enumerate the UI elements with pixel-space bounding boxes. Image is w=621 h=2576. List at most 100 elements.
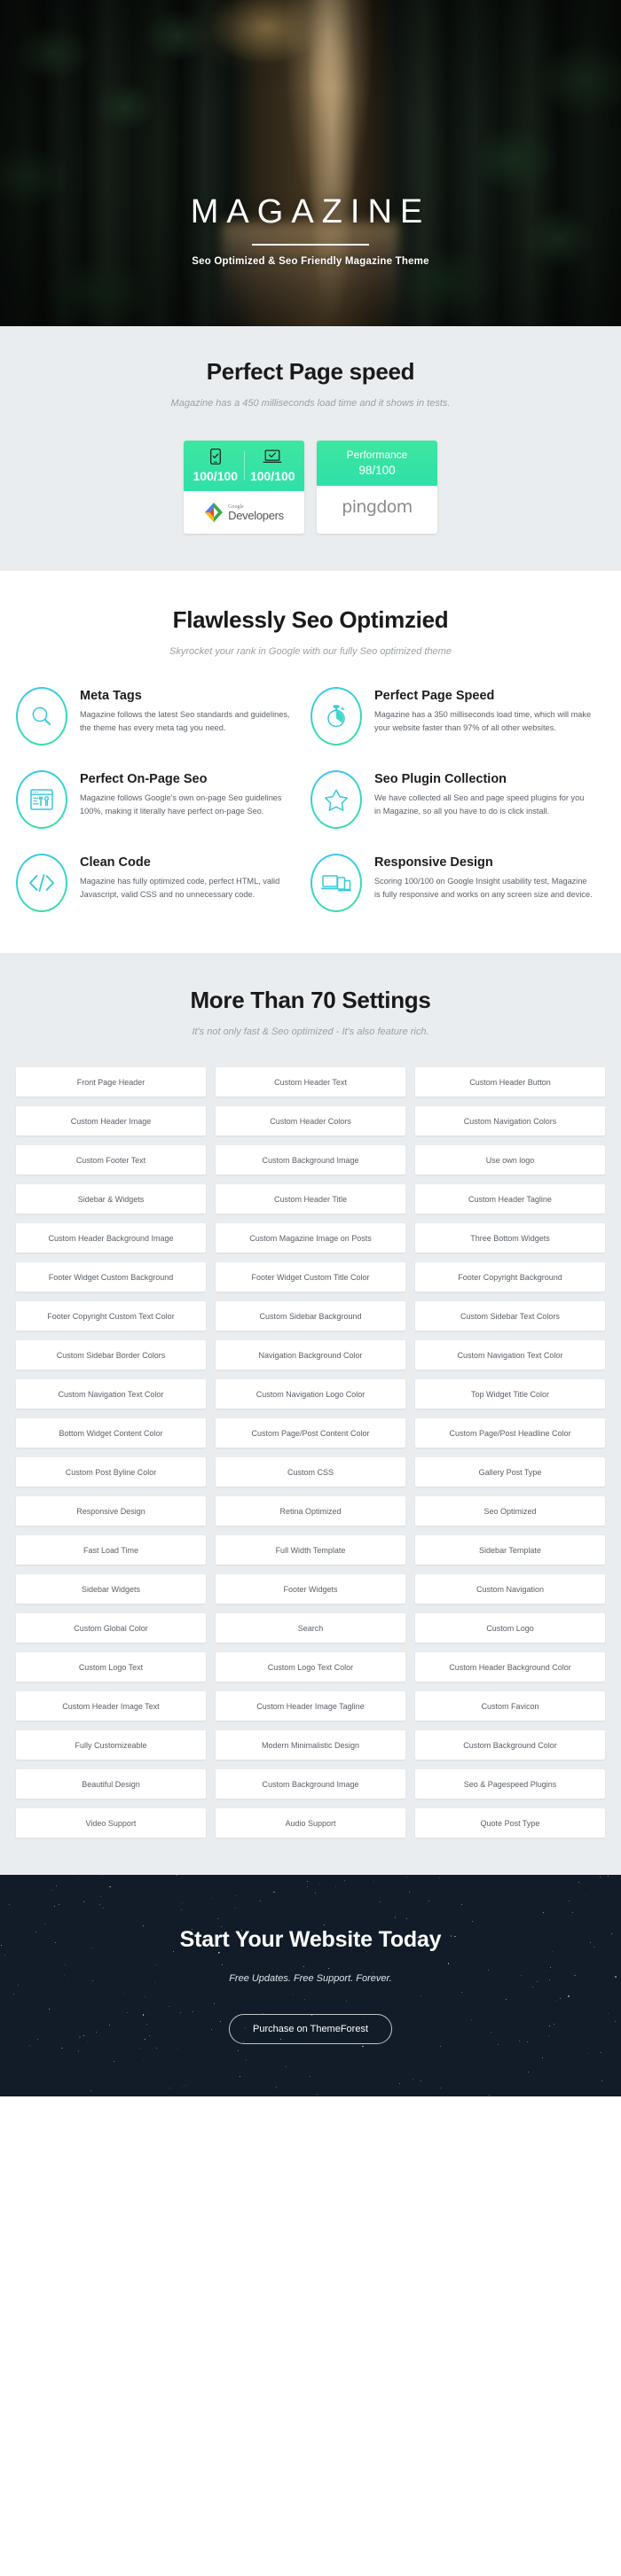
cta-section: Start Your Website Today Free Updates. F… xyxy=(0,1875,621,2096)
setting-item: Custom Navigation Logo Color xyxy=(216,1379,405,1409)
setting-item: Sidebar & Widgets xyxy=(16,1184,206,1214)
laptop-check-icon xyxy=(245,448,302,465)
setting-item: Custom Logo xyxy=(415,1613,605,1643)
page-speed-section: Perfect Page speed Magazine has a 450 mi… xyxy=(0,326,621,571)
setting-item: Custom Navigation xyxy=(415,1574,605,1604)
google-developers-logo: Google Developers xyxy=(184,491,304,534)
purchase-button[interactable]: Purchase on ThemeForest xyxy=(228,2014,393,2044)
setting-item: Custom Page/Post Headline Color xyxy=(415,1418,605,1448)
settings-subtitle: It's not only fast & Seo optimized - It'… xyxy=(192,1026,429,1037)
feature-description: Scoring 100/100 on Google Insight usabil… xyxy=(374,877,593,899)
setting-item: Custom Header Image Text xyxy=(16,1691,206,1721)
setting-item: Fast Load Time xyxy=(16,1535,206,1565)
setting-item: Fully Customizeable xyxy=(16,1730,206,1760)
setting-item: Navigation Background Color xyxy=(216,1340,405,1370)
setting-item: Custom Post Byline Color xyxy=(16,1457,206,1487)
setting-item: Custom Background Image xyxy=(216,1145,405,1175)
setting-item: Seo Optimized xyxy=(415,1496,605,1526)
setting-item: Gallery Post Type xyxy=(415,1457,605,1487)
setting-item: Custom Header Text xyxy=(216,1067,405,1097)
setting-item: Custom Magazine Image on Posts xyxy=(216,1223,405,1253)
setting-item: Custom Header Background Image xyxy=(16,1223,206,1253)
setting-item: Search xyxy=(216,1613,405,1643)
setting-item: Custom Page/Post Content Color xyxy=(216,1418,405,1448)
browser-tools-icon xyxy=(16,770,67,829)
devices-icon xyxy=(310,854,362,912)
setting-item: Footer Widget Custom Background xyxy=(16,1262,206,1292)
setting-item: Custom Header Colors xyxy=(216,1106,405,1136)
feature-title: Perfect Page Speed xyxy=(374,689,495,703)
setting-item: Video Support xyxy=(16,1808,206,1838)
page-speed-title: Perfect Page speed xyxy=(206,358,415,385)
setting-item: Custom Header Button xyxy=(415,1067,605,1097)
google-mobile-score: 100/100 xyxy=(193,469,239,483)
setting-item: Custom CSS xyxy=(216,1457,405,1487)
setting-item: Custom Logo Text Color xyxy=(216,1652,405,1682)
feature-item: Clean Code Magazine has fully optimized … xyxy=(16,854,310,912)
pingdom-score-header: Performance 98/100 xyxy=(317,441,437,486)
setting-item: Footer Widgets xyxy=(216,1574,405,1604)
setting-item: Bottom Widget Content Color xyxy=(16,1418,206,1448)
setting-item: Sidebar Widgets xyxy=(16,1574,206,1604)
setting-item: Top Widget Title Color xyxy=(415,1379,605,1409)
hero-divider xyxy=(252,243,369,246)
setting-item: Custom Header Image xyxy=(16,1106,206,1136)
setting-item: Custom Footer Text xyxy=(16,1145,206,1175)
setting-item: Responsive Design xyxy=(16,1496,206,1526)
feature-description: Magazine has fully optimized code, perfe… xyxy=(80,877,280,899)
hero-section: MAGAZINE Seo Optimized & Seo Friendly Ma… xyxy=(0,0,621,326)
setting-item: Custom Favicon xyxy=(415,1691,605,1721)
seo-section-title: Flawlessly Seo Optimzied xyxy=(172,606,449,633)
settings-title: More Than 70 Settings xyxy=(190,987,431,1013)
feature-title: Seo Plugin Collection xyxy=(374,772,507,786)
pingdom-logo: pingdom xyxy=(342,497,413,517)
setting-item: Custom Navigation Colors xyxy=(415,1106,605,1136)
settings-grid: Front Page Header Custom Header Text Custo… xyxy=(16,1067,605,1838)
setting-item: Custom Background Color xyxy=(415,1730,605,1760)
setting-item: Footer Widget Custom Title Color xyxy=(216,1262,405,1292)
setting-item: Custom Global Color xyxy=(16,1613,206,1643)
magnifier-icon xyxy=(16,687,67,745)
score-cards: 100/100 100/100 Google Developers Perfor… xyxy=(0,441,621,534)
google-brand-big: Developers xyxy=(228,508,284,522)
setting-item: Custom Logo Text xyxy=(16,1652,206,1682)
setting-item: Sidebar Template xyxy=(415,1535,605,1565)
pingdom-logo-area: pingdom xyxy=(317,486,437,528)
feature-description: Magazine follows the latest Seo standard… xyxy=(80,710,290,732)
google-pagespeed-card: 100/100 100/100 Google Developers xyxy=(184,441,304,534)
google-developers-mark xyxy=(205,503,224,522)
setting-item: Footer Copyright Background xyxy=(415,1262,605,1292)
hero-title: MAGAZINE xyxy=(190,192,431,230)
feature-item: Seo Plugin Collection We have collected … xyxy=(310,770,605,829)
google-mobile-score-group: 100/100 xyxy=(187,448,244,484)
setting-item: Custom Background Image xyxy=(216,1769,405,1799)
cta-title: Start Your Website Today xyxy=(179,1927,442,1952)
hero-subtitle: Seo Optimized & Seo Friendly Magazine Th… xyxy=(192,255,429,267)
feature-item: Perfect Page Speed Magazine has a 350 mi… xyxy=(310,687,605,745)
feature-description: We have collected all Seo and page speed… xyxy=(374,793,585,816)
setting-item: Custom Navigation Text Color xyxy=(16,1379,206,1409)
seo-features-section: Flawlessly Seo Optimzied Skyrocket your … xyxy=(0,571,621,953)
setting-item: Front Page Header xyxy=(16,1067,206,1097)
setting-item: Beautiful Design xyxy=(16,1769,206,1799)
google-desktop-score: 100/100 xyxy=(249,469,295,483)
seo-section-subtitle: Skyrocket your rank in Google with our f… xyxy=(169,646,452,657)
page-speed-subtitle: Magazine has a 450 milliseconds load tim… xyxy=(170,398,451,409)
google-score-header: 100/100 100/100 xyxy=(184,441,304,491)
feature-title: Meta Tags xyxy=(80,689,142,703)
setting-item: Footer Copyright Custom Text Color xyxy=(16,1301,206,1331)
setting-item: Use own logo xyxy=(415,1145,605,1175)
setting-item: Quote Post Type xyxy=(415,1808,605,1838)
setting-item: Custom Header Image Tagline xyxy=(216,1691,405,1721)
setting-item: Custom Sidebar Text Colors xyxy=(415,1301,605,1331)
mobile-check-icon xyxy=(187,448,244,465)
seo-feature-grid: Meta Tags Magazine follows the latest Se… xyxy=(0,687,621,912)
setting-item: Audio Support xyxy=(216,1808,405,1838)
setting-item: Full Width Template xyxy=(216,1535,405,1565)
feature-title: Responsive Design xyxy=(374,855,493,870)
feature-title: Clean Code xyxy=(80,855,151,870)
pingdom-score: 98/100 xyxy=(358,464,396,477)
setting-item: Custom Header Tagline xyxy=(415,1184,605,1214)
pingdom-card: Performance 98/100 pingdom xyxy=(317,441,437,534)
code-brackets-icon xyxy=(16,854,67,912)
